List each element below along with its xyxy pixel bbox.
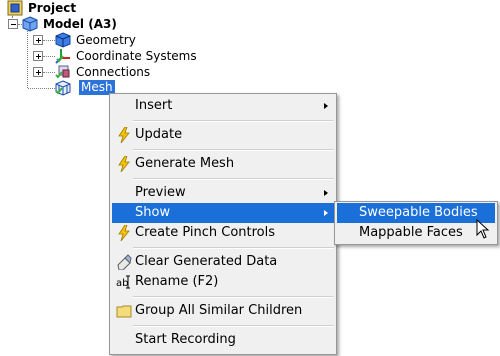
menu-item-start-recording[interactable]: Start Recording — [112, 330, 334, 350]
connections-icon — [55, 65, 70, 79]
lightning-icon — [118, 225, 130, 241]
menu-item-label: Start Recording — [135, 332, 236, 347]
menu-item-label: Mappable Faces — [359, 225, 463, 240]
expand-toggle[interactable] — [33, 51, 43, 61]
geometry-icon — [55, 32, 71, 48]
folder-icon — [116, 305, 132, 318]
menu-separator — [133, 325, 334, 327]
menu-item-show[interactable]: Show — [112, 203, 334, 223]
tree-connector — [43, 56, 55, 57]
expand-toggle[interactable] — [33, 67, 43, 77]
menu-item-update[interactable]: Update — [112, 125, 334, 145]
menu-item-label: Sweepable Bodies — [359, 205, 478, 220]
menu-item-label: Generate Mesh — [135, 156, 235, 171]
tree-label-coordinate-systems: Coordinate Systems — [76, 49, 197, 63]
collapse-toggle[interactable] — [8, 19, 18, 29]
submenu-arrow-icon — [324, 190, 328, 196]
tree-label-model: Model (A3) — [43, 17, 117, 31]
menu-item-label: Create Pinch Controls — [135, 225, 276, 240]
svg-text:ab: ab — [116, 278, 128, 289]
tree-label-geometry: Geometry — [76, 33, 136, 47]
lightning-icon — [118, 127, 130, 143]
menu-separator — [133, 120, 334, 122]
coordinate-axes-icon — [55, 49, 70, 64]
menu-item-clear-generated-data[interactable]: Clear Generated Data — [112, 252, 334, 272]
show-submenu: Sweepable Bodies Mappable Faces — [334, 201, 498, 245]
mesh-icon — [55, 80, 71, 96]
menu-item-label: Show — [135, 205, 171, 220]
menu-item-label: Rename (F2) — [135, 274, 219, 289]
eraser-icon — [117, 254, 132, 270]
project-icon — [7, 0, 23, 16]
submenu-arrow-icon — [324, 210, 328, 216]
mouse-cursor-icon — [476, 219, 490, 239]
menu-item-label: Preview — [135, 185, 186, 200]
submenu-item-mappable-faces[interactable]: Mappable Faces — [337, 223, 495, 243]
submenu-item-sweepable-bodies[interactable]: Sweepable Bodies — [337, 203, 495, 223]
tree-connector — [28, 88, 55, 89]
tree-label-project: Project — [28, 1, 77, 15]
menu-separator — [133, 247, 334, 249]
tree-label-connections: Connections — [76, 65, 151, 79]
menu-item-generate-mesh[interactable]: Generate Mesh — [112, 154, 334, 174]
menu-item-label: Clear Generated Data — [135, 254, 278, 269]
menu-item-insert[interactable]: Insert — [112, 96, 334, 116]
project-tree: Project Model (A3) Geometry Coordinate S… — [0, 0, 200, 100]
context-menu: Insert Update Generate Mesh Preview Show… — [109, 93, 337, 355]
menu-separator — [133, 296, 334, 298]
menu-item-label: Insert — [135, 98, 173, 113]
menu-item-preview[interactable]: Preview — [112, 183, 334, 203]
menu-item-label: Update — [135, 127, 183, 142]
menu-item-label: Group All Similar Children — [135, 303, 303, 318]
rename-icon: ab — [116, 275, 130, 289]
menu-separator — [133, 178, 334, 180]
tree-connector — [43, 40, 55, 41]
menu-item-rename[interactable]: ab Rename (F2) — [112, 272, 334, 292]
menu-separator — [133, 149, 334, 151]
model-cube-icon — [22, 16, 38, 32]
lightning-icon — [118, 156, 130, 172]
menu-item-create-pinch-controls[interactable]: Create Pinch Controls — [112, 223, 334, 243]
submenu-arrow-icon — [324, 103, 328, 109]
tree-connector — [43, 72, 55, 73]
tree-connector — [27, 24, 28, 88]
expand-toggle[interactable] — [33, 35, 43, 45]
menu-item-group-all-similar-children[interactable]: Group All Similar Children — [112, 301, 334, 321]
